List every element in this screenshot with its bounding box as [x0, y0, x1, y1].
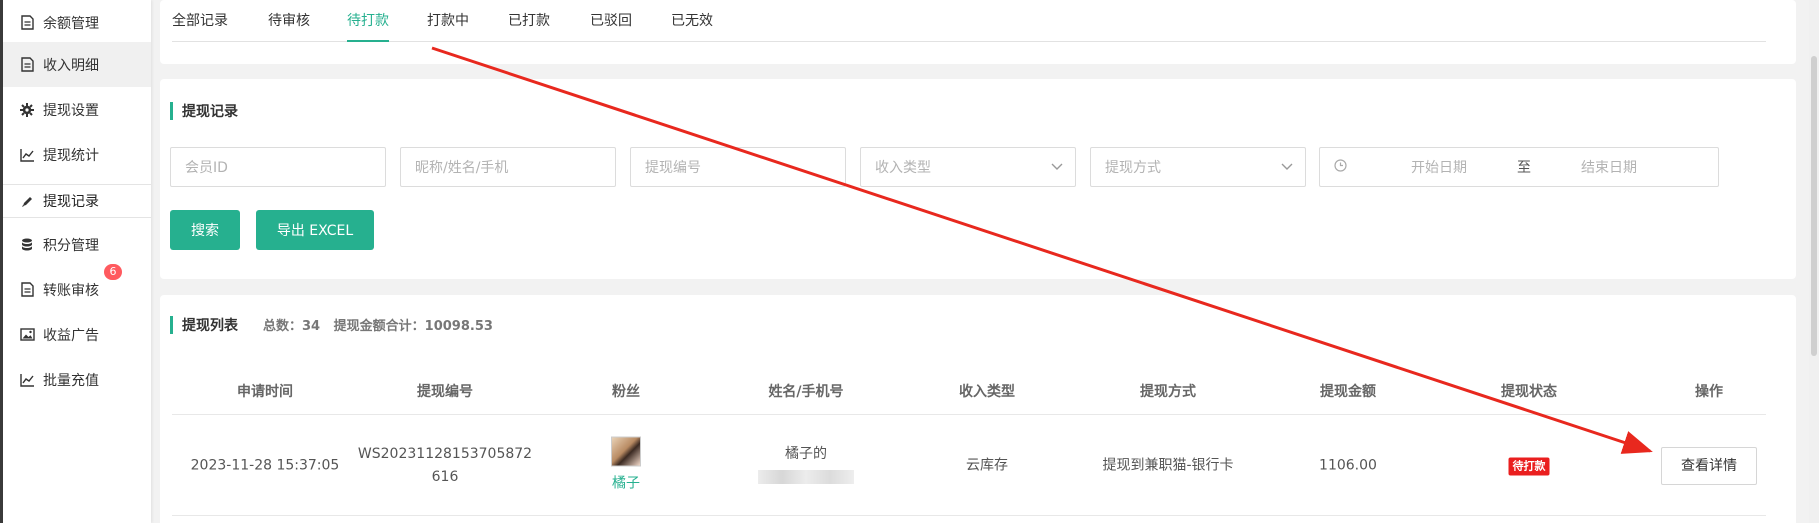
title-accent-bar — [170, 102, 173, 120]
withdraw-no-input[interactable]: 提现编号 — [630, 147, 846, 187]
phone-blurred — [758, 466, 854, 489]
status-badge: 待打款 — [1508, 455, 1550, 478]
sidebar-item-label: 批量充值 — [43, 372, 99, 389]
income-type-select[interactable]: 收入类型 — [860, 147, 1076, 187]
status-tabs-card: 全部记录 待审核 待打款 打款中 已打款 已驳回 已无效 — [160, 0, 1796, 64]
section-title: 提现列表 — [170, 315, 238, 335]
chevron-down-icon — [1281, 160, 1293, 176]
withdraw-method-select[interactable]: 提现方式 — [1090, 147, 1306, 187]
tab-rejected[interactable]: 已驳回 — [590, 0, 632, 42]
table-row: 2023-11-28 15:37:05 WS20231128153705872 … — [172, 416, 1766, 516]
image-icon — [19, 327, 35, 343]
table-header: 申请时间 提现编号 粉丝 姓名/手机号 收入类型 提现方式 提现金额 提现状态 … — [172, 370, 1766, 415]
gear-icon — [19, 102, 35, 118]
column-header: 收入类型 — [959, 384, 1015, 400]
fan-name[interactable]: 橘子 — [611, 473, 641, 496]
tab-paid[interactable]: 已打款 — [508, 0, 550, 42]
column-header: 提现状态 — [1501, 384, 1557, 400]
end-date-input[interactable]: 结束日期 — [1557, 157, 1661, 177]
filter-card: 提现记录 会员ID 昵称/姓名/手机 提现编号 收入类型 提现方式 开始日期 至… — [160, 79, 1796, 279]
member-id-input[interactable]: 会员ID — [170, 147, 386, 187]
action-cell: 查看详情 — [1661, 447, 1757, 485]
sidebar-item-label: 积分管理 — [43, 237, 99, 254]
sidebar: 余额管理 收入明细 提现设置 提现统计 提现记录 积分管理 转账审核 6 收益广… — [3, 0, 151, 523]
chevron-down-icon — [1051, 160, 1063, 176]
column-header: 姓名/手机号 — [768, 384, 844, 400]
withdraw-method: 提现到兼职猫-银行卡 — [1102, 457, 1234, 474]
tab-paying[interactable]: 打款中 — [427, 0, 469, 42]
sidebar-item-label: 转账审核 — [43, 282, 99, 299]
sidebar-item-points[interactable]: 积分管理 — [3, 222, 151, 267]
clock-icon — [1334, 158, 1347, 176]
column-header: 提现编号 — [417, 384, 473, 400]
page-scrollbar[interactable] — [1809, 0, 1819, 523]
sidebar-item-label: 提现设置 — [43, 102, 99, 119]
withdraw-no: WS20231128153705872 616 — [357, 446, 533, 485]
sidebar-item-label: 收益广告 — [43, 327, 99, 344]
column-header: 申请时间 — [237, 384, 293, 400]
sidebar-item-label: 收入明细 — [43, 57, 99, 74]
sidebar-item-revenue-ads[interactable]: 收益广告 — [3, 312, 151, 357]
sidebar-item-label: 余额管理 — [43, 15, 99, 32]
sidebar-item-label: 提现统计 — [43, 147, 99, 164]
tab-all-records[interactable]: 全部记录 — [172, 0, 228, 42]
document-icon — [19, 282, 35, 298]
notification-badge: 6 — [104, 264, 122, 280]
date-range-picker[interactable]: 开始日期 至 结束日期 — [1319, 147, 1719, 187]
section-title: 提现记录 — [170, 101, 238, 121]
database-icon — [19, 237, 35, 253]
amount-total: 提现金额合计：10098.53 — [333, 319, 493, 334]
view-detail-button[interactable]: 查看详情 — [1661, 447, 1757, 485]
start-date-input[interactable]: 开始日期 — [1387, 157, 1491, 177]
tab-pending-review[interactable]: 待审核 — [268, 0, 310, 42]
sidebar-item-withdraw-stats[interactable]: 提现统计 — [3, 132, 151, 177]
status-tabs: 全部记录 待审核 待打款 打款中 已打款 已驳回 已无效 — [172, 0, 1766, 42]
line-chart-icon — [19, 147, 35, 163]
column-header: 提现方式 — [1140, 384, 1196, 400]
withdraw-list-card: 提现列表 总数：34 提现金额合计：10098.53 申请时间 提现编号 粉丝 … — [160, 295, 1796, 523]
tab-invalid[interactable]: 已无效 — [671, 0, 713, 42]
pencil-icon — [19, 193, 35, 209]
sidebar-item-balance[interactable]: 余额管理 — [3, 0, 151, 45]
document-icon — [19, 57, 35, 73]
list-summary: 总数：34 提现金额合计：10098.53 — [263, 315, 493, 334]
tab-pending-payment[interactable]: 待打款 — [347, 0, 389, 42]
fan-cell: 橘子 — [611, 436, 641, 496]
name-phone: 橘子的 — [758, 443, 854, 489]
sidebar-item-transfer-review[interactable]: 转账审核 6 — [3, 264, 151, 312]
name-phone-input[interactable]: 昵称/姓名/手机 — [400, 147, 616, 187]
line-chart-icon — [19, 372, 35, 388]
column-header: 提现金额 — [1320, 384, 1376, 400]
title-accent-bar — [170, 316, 173, 334]
withdraw-amount: 1106.00 — [1319, 457, 1377, 474]
document-icon — [19, 15, 35, 31]
total-count: 总数：34 — [263, 319, 321, 334]
apply-time: 2023-11-28 15:37:05 — [190, 457, 340, 474]
income-type: 云库存 — [966, 457, 1008, 474]
sidebar-item-withdraw-records[interactable]: 提现记录 — [3, 184, 151, 218]
sidebar-item-withdraw-settings[interactable]: 提现设置 — [3, 87, 151, 132]
date-separator: 至 — [1517, 160, 1531, 176]
sidebar-item-label: 提现记录 — [43, 194, 99, 210]
search-button[interactable]: 搜索 — [170, 210, 240, 250]
scrollbar-thumb[interactable] — [1811, 56, 1817, 356]
column-header: 粉丝 — [612, 384, 640, 400]
sidebar-item-income-detail[interactable]: 收入明细 — [3, 42, 151, 87]
sidebar-item-batch-recharge[interactable]: 批量充值 — [3, 357, 151, 402]
avatar[interactable] — [611, 436, 641, 467]
export-excel-button[interactable]: 导出 EXCEL — [256, 210, 374, 250]
column-header: 操作 — [1695, 384, 1723, 400]
